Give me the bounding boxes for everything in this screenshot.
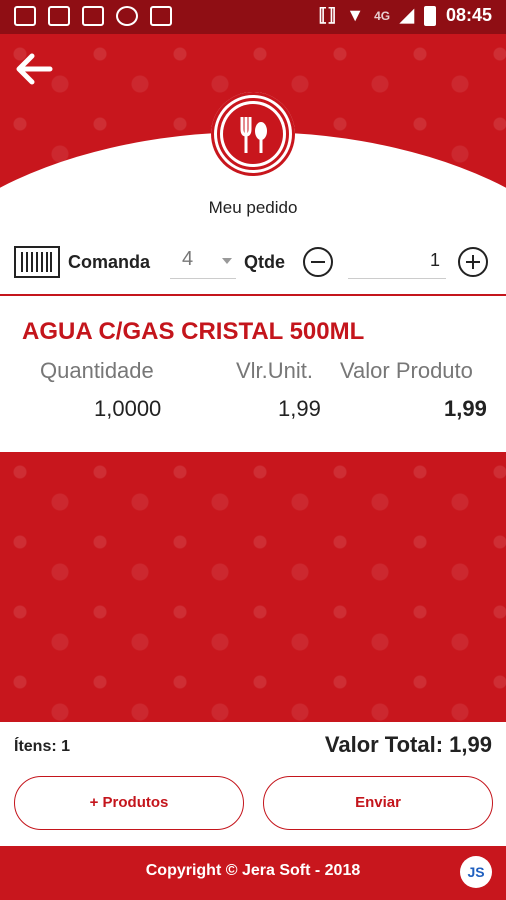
comanda-label: Comanda <box>68 252 151 272</box>
image-icon <box>48 6 70 26</box>
message-icon <box>14 6 36 26</box>
network-label: 4G <box>374 8 391 23</box>
decrease-quantity-button[interactable] <box>303 247 333 277</box>
product-name: AGUA C/GAS CRISTAL 500ML <box>22 318 365 345</box>
whatsapp-icon <box>116 6 138 26</box>
product-card[interactable]: AGUA C/GAS CRISTAL 500ML Quantidade Vlr.… <box>0 296 506 452</box>
send-button[interactable]: Enviar <box>263 776 493 830</box>
items-count: Ítens: 1 <box>14 738 71 755</box>
tv-icon <box>150 6 172 26</box>
jera-soft-logo: JS <box>460 856 492 888</box>
total-value: Valor Total: 1,99 <box>324 732 492 757</box>
copyright-text: Copyright © Jera Soft - 2018 <box>145 862 361 879</box>
order-controls: Comanda 4 Qtde 1 <box>0 234 506 294</box>
quantity-value: 1,0000 <box>94 396 162 421</box>
status-bar: ⟦⟧ ▼ 4G ◢ 08:45 <box>0 0 506 34</box>
order-summary: Ítens: 1 Valor Total: 1,99 + Produtos En… <box>0 722 506 846</box>
twitch-icon <box>82 6 104 26</box>
food-pattern <box>0 452 506 722</box>
arrow-left-icon <box>16 53 53 85</box>
clock: 08:45 <box>445 5 492 25</box>
fork-spoon-icon <box>217 98 289 170</box>
signal-icon: ◢ <box>400 5 414 25</box>
vibrate-icon: ⟦⟧ <box>318 5 337 25</box>
qtde-label: Qtde <box>244 252 286 272</box>
dropdown-arrow-icon <box>222 258 232 264</box>
barcode-scan-button[interactable] <box>14 246 60 278</box>
more-products-button[interactable]: + Produtos <box>14 776 244 830</box>
wifi-icon: ▼ <box>346 5 365 25</box>
minus-icon <box>311 261 325 263</box>
increase-quantity-button[interactable] <box>458 247 488 277</box>
quantity-field[interactable]: 1 <box>348 244 446 279</box>
product-value: 1,99 <box>444 396 487 421</box>
unit-value: 1,99 <box>278 396 321 421</box>
pattern-background <box>0 452 506 722</box>
restaurant-logo <box>211 92 295 176</box>
back-button[interactable] <box>10 44 60 94</box>
quantity-value: 1 <box>429 250 440 270</box>
product-value-header: Valor Produto <box>340 358 473 383</box>
unit-value-header: Vlr.Unit. <box>236 358 314 383</box>
footer: Copyright © Jera Soft - 2018 JS <box>0 846 506 900</box>
quantity-header: Quantidade <box>40 358 154 383</box>
battery-icon <box>423 5 436 26</box>
comanda-value: 4 <box>182 248 194 270</box>
page-title: Meu pedido <box>208 198 298 217</box>
comanda-select[interactable]: 4 <box>170 244 236 279</box>
